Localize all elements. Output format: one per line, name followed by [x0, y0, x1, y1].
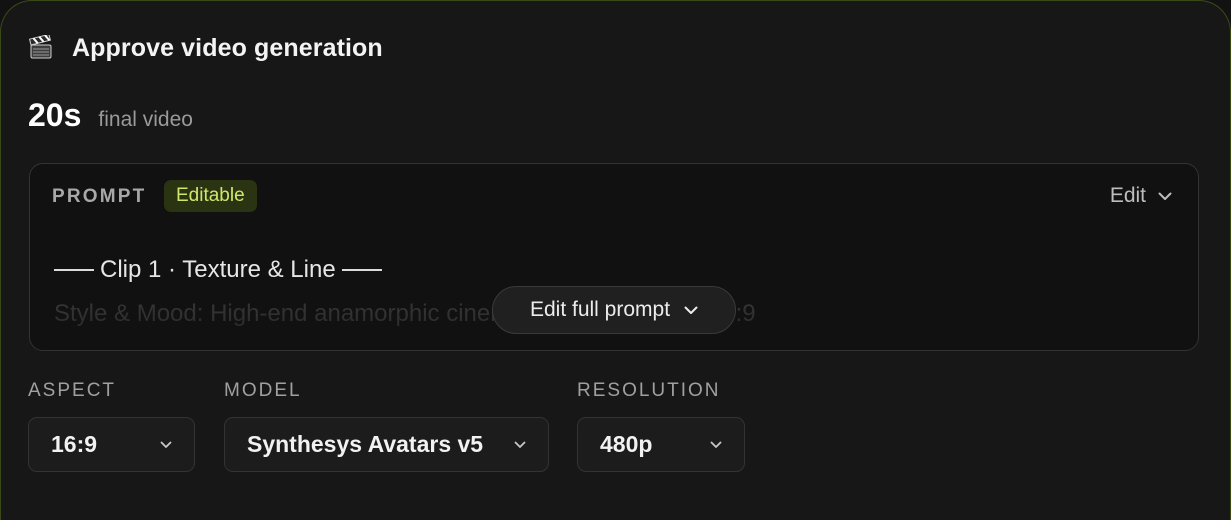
card-title: Approve video generation — [72, 33, 383, 62]
aspect-value: 16:9 — [51, 431, 98, 457]
resolution-value: 480p — [600, 431, 653, 457]
edit-full-prompt-label: Edit full prompt — [529, 298, 671, 321]
card-header: Approve video generation — [28, 31, 383, 65]
resolution-select[interactable]: 480p — [577, 417, 745, 472]
divider-dash — [341, 269, 382, 271]
prompt-edit-toggle[interactable]: Edit — [1110, 184, 1172, 208]
editable-badge: Editable — [164, 180, 257, 212]
model-label: MODEL — [224, 380, 302, 401]
clapperboard-icon — [28, 33, 54, 61]
resolution-label: RESOLUTION — [577, 380, 721, 401]
edit-toggle-label: Edit — [1109, 184, 1146, 207]
aspect-select[interactable]: 16:9 — [28, 417, 195, 472]
chevron-down-icon — [684, 306, 698, 314]
divider-dash — [54, 269, 94, 271]
edit-full-prompt-button[interactable]: Edit full prompt — [492, 286, 736, 334]
prompt-panel: PROMPT Editable Edit Clip 1 · Texture & … — [29, 163, 1199, 351]
model-select[interactable]: Synthesys Avatars v5 — [224, 417, 549, 472]
duration-label: final video — [98, 108, 193, 131]
chevron-down-icon — [1158, 192, 1172, 200]
chevron-down-icon — [710, 441, 722, 448]
chevron-down-icon — [514, 441, 526, 448]
prompt-label: PROMPT — [52, 186, 147, 207]
clip-title: Clip 1 · Texture & Line — [100, 256, 336, 283]
approval-card: Approve video generation 20s final video… — [0, 0, 1231, 520]
model-value: Synthesys Avatars v5 — [247, 431, 484, 457]
duration-summary: 20s final video — [28, 97, 193, 134]
duration-value: 20s — [28, 97, 82, 133]
clip-heading: Clip 1 · Texture & Line — [52, 256, 382, 284]
aspect-label: ASPECT — [28, 380, 117, 401]
chevron-down-icon — [160, 441, 172, 448]
